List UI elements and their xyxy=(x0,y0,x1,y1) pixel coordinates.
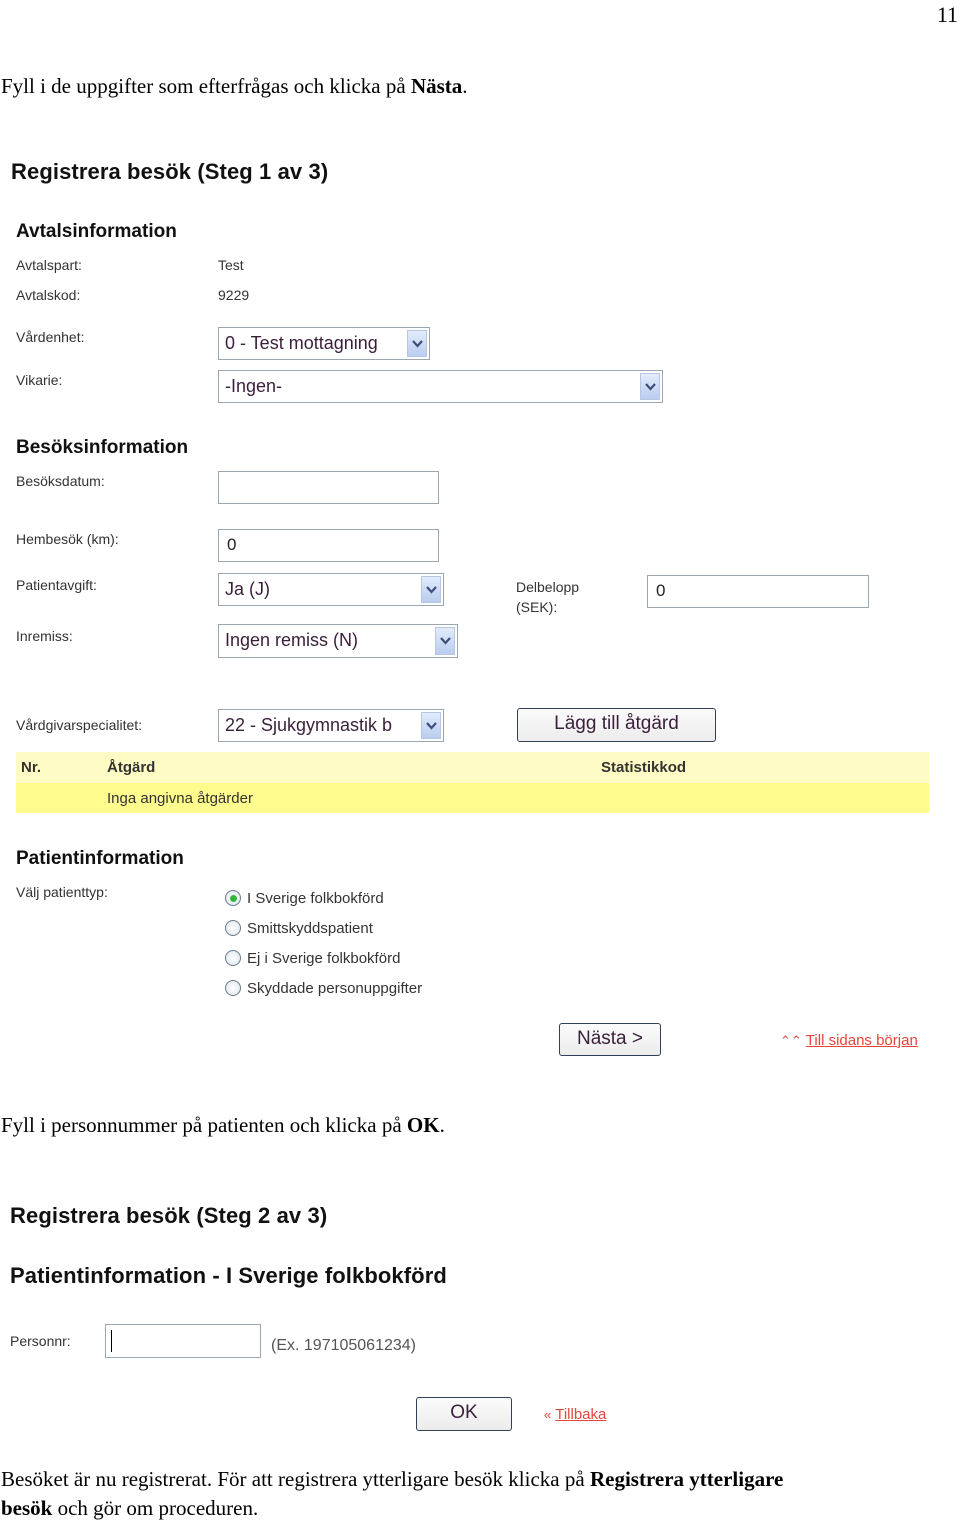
instruction-text: Besöket är nu registrerat. För att regis… xyxy=(1,1467,590,1491)
radio-selected-dot xyxy=(229,894,237,902)
delbelopp-input[interactable]: 0 xyxy=(647,575,869,608)
page-title: Registrera besök (Steg 2 av 3) xyxy=(10,1203,328,1228)
back-link[interactable]: «Tillbaka xyxy=(544,1406,606,1424)
page-number: 11 xyxy=(936,2,958,27)
next-button[interactable]: Nästa > xyxy=(559,1023,661,1056)
patienttyp-label: Välj patienttyp: xyxy=(16,884,108,900)
page-subtitle: Patientinformation - I Sverige folkbokfö… xyxy=(10,1263,447,1288)
atgard-table-header: Nr. Åtgärd Statistikkod xyxy=(16,752,929,783)
patientavgift-selected-value: Ja (J) xyxy=(225,579,270,599)
instruction-text: Fyll i de uppgifter som efterfrågas och … xyxy=(1,74,411,98)
avtalspart-value: Test xyxy=(218,257,244,273)
vardenhet-selected-value: 0 - Test mottagning xyxy=(225,333,378,353)
inremiss-select[interactable]: Ingen remiss (N) xyxy=(218,624,458,658)
section-heading-patient: Patientinformation xyxy=(16,848,184,869)
radio-option-skyddade[interactable]: Skyddade personuppgifter xyxy=(225,973,422,1003)
radio-label: I Sverige folkbokförd xyxy=(247,889,384,907)
patientavgift-label: Patientavgift: xyxy=(16,577,97,593)
back-link-text[interactable]: Tillbaka xyxy=(555,1406,606,1423)
radio-option-smittskydd[interactable]: Smittskyddspatient xyxy=(225,913,422,943)
radio-option-ej-folkbokford[interactable]: Ej i Sverige folkbokförd xyxy=(225,943,422,973)
radio-label: Smittskyddspatient xyxy=(247,919,373,937)
vardenhet-select[interactable]: 0 - Test mottagning xyxy=(218,327,430,360)
avtalskod-label: Avtalskod: xyxy=(16,287,81,303)
instruction-bold: Registrera ytterligare xyxy=(589,1467,784,1491)
column-atgard: Åtgärd xyxy=(107,759,156,776)
delbelopp-label: Delbelopp (SEK): xyxy=(516,577,579,617)
empty-message: Inga angivna åtgärder xyxy=(107,790,253,807)
radio-label: Ej i Sverige folkbokförd xyxy=(247,949,401,967)
column-statistikkod: Statistikkod xyxy=(601,759,687,776)
instruction-step3: Besöket är nu registrerat. För att regis… xyxy=(1,1465,956,1523)
instruction-suffix: . xyxy=(439,1113,445,1137)
instruction-step1: Fyll i de uppgifter som efterfrågas och … xyxy=(1,74,468,99)
radio-button[interactable] xyxy=(225,890,241,906)
patienttyp-radio-group: I Sverige folkbokförd Smittskyddspatient… xyxy=(225,883,422,1003)
avtalskod-value: 9229 xyxy=(218,287,250,303)
instruction-bold: OK xyxy=(406,1113,440,1137)
vikarie-select[interactable]: -Ingen- xyxy=(218,370,663,403)
chevron-down-icon[interactable] xyxy=(640,373,660,400)
text-cursor xyxy=(111,1330,112,1352)
chevron-down-icon[interactable] xyxy=(435,627,455,655)
instruction-bold: Nästa xyxy=(410,74,463,98)
delbelopp-label-line1: Delbelopp xyxy=(516,579,580,595)
top-link-text[interactable]: Till sidans början xyxy=(806,1032,918,1049)
column-nr: Nr. xyxy=(21,759,42,776)
besoksdatum-label: Besöksdatum: xyxy=(16,473,105,489)
inremiss-selected-value: Ingen remiss (N) xyxy=(225,630,359,650)
instruction-bold: besök xyxy=(1,1496,53,1520)
chevron-down-icon[interactable] xyxy=(421,576,441,603)
top-of-page-link[interactable]: ⌃⌃ Till sidans början xyxy=(780,1032,918,1050)
section-heading-avtal: Avtalsinformation xyxy=(16,221,177,242)
chevron-down-icon[interactable] xyxy=(407,330,427,357)
vikarie-selected-value: -Ingen- xyxy=(225,376,283,396)
chevron-down-icon[interactable] xyxy=(421,712,441,739)
delbelopp-label-line2: (SEK): xyxy=(516,599,558,615)
vikarie-label: Vikarie: xyxy=(16,372,63,388)
add-atgard-button[interactable]: Lägg till åtgärd xyxy=(517,708,716,742)
specialitet-selected-value: 22 - Sjukgymnastik b xyxy=(225,715,393,735)
double-chevron-left-icon: « xyxy=(544,1407,552,1422)
personnr-hint: (Ex. 197105061234) xyxy=(271,1337,416,1354)
hembesok-input[interactable]: 0 xyxy=(218,529,439,562)
instruction-text: Fyll i personnummer på patienten och kli… xyxy=(1,1113,407,1137)
personnr-input[interactable] xyxy=(105,1324,261,1358)
double-chevron-up-icon: ⌃⌃ xyxy=(780,1033,802,1048)
vardenhet-label: Vårdenhet: xyxy=(16,329,85,345)
radio-button[interactable] xyxy=(225,920,241,936)
instruction-suffix: och gör om proceduren. xyxy=(52,1496,259,1520)
radio-option-folkbokford[interactable]: I Sverige folkbokförd xyxy=(225,883,422,913)
instruction-step2: Fyll i personnummer på patienten och kli… xyxy=(1,1113,445,1138)
radio-button[interactable] xyxy=(225,950,241,966)
hembesok-label: Hembesök (km): xyxy=(16,531,119,547)
page-title: Registrera besök (Steg 1 av 3) xyxy=(11,159,329,184)
inremiss-label: Inremiss: xyxy=(16,628,73,644)
avtalspart-label: Avtalspart: xyxy=(16,257,82,273)
ok-button[interactable]: OK xyxy=(416,1397,512,1431)
radio-button[interactable] xyxy=(225,980,241,996)
instruction-suffix: . xyxy=(462,74,468,98)
atgard-table-empty-row: Inga angivna åtgärder xyxy=(16,783,929,813)
besoksdatum-input[interactable] xyxy=(218,471,439,504)
radio-label: Skyddade personuppgifter xyxy=(247,979,423,997)
specialitet-label: Vårdgivarspecialitet: xyxy=(16,717,143,733)
patientavgift-select[interactable]: Ja (J) xyxy=(218,573,444,606)
personnr-label: Personnr: xyxy=(10,1333,71,1349)
section-heading-besok: Besöksinformation xyxy=(16,437,189,458)
specialitet-select[interactable]: 22 - Sjukgymnastik b xyxy=(218,709,444,742)
